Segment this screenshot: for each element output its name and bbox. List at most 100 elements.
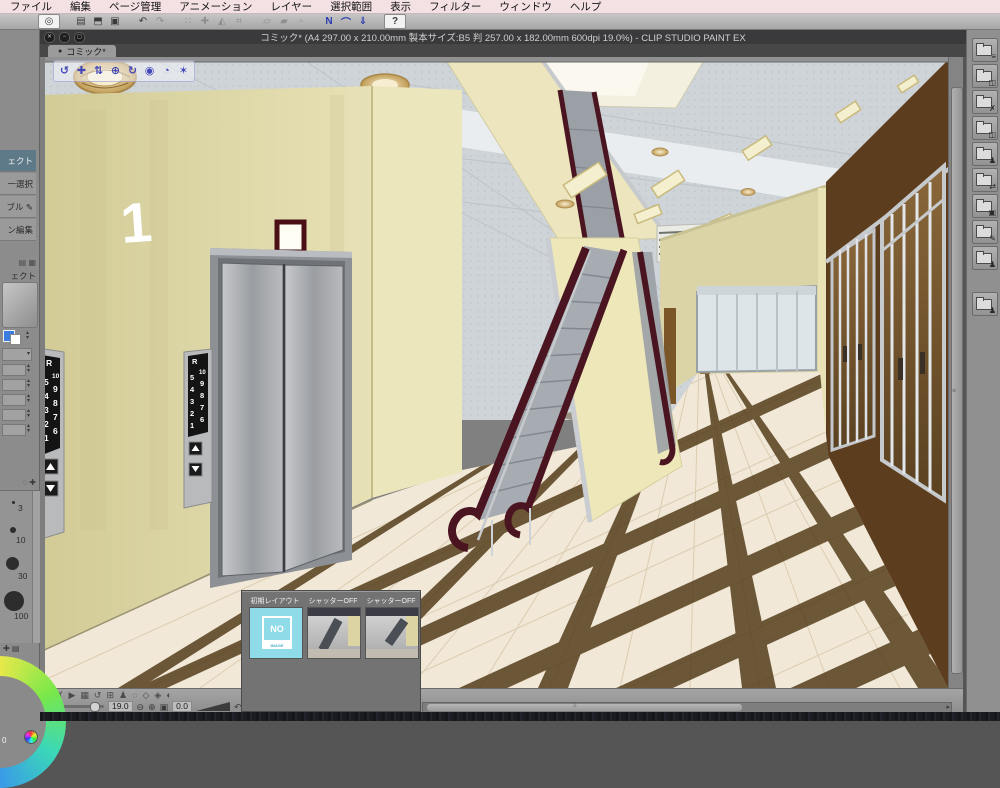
material-character-button[interactable]: ♟ <box>972 292 998 316</box>
layout-thumbnail-shutter-off-1[interactable] <box>307 607 361 659</box>
camera-dolly-icon[interactable]: ⇅ <box>91 62 106 80</box>
cube-rotate-icon[interactable]: ◈ <box>154 690 161 701</box>
brush-size-scrollbar[interactable] <box>32 491 40 643</box>
grid-toggle-icon[interactable]: ▦ <box>80 690 89 701</box>
open-file-icon[interactable]: ⬒ <box>91 15 105 28</box>
save-file-icon[interactable]: ▣ <box>108 15 122 28</box>
snap-icon-3[interactable]: ⇓ <box>356 15 370 28</box>
brush-size-dot[interactable] <box>10 527 16 533</box>
layout-label: シャッターOFF <box>366 598 416 605</box>
mannequin-icon[interactable]: ♟ <box>119 690 127 701</box>
property-stepper-5[interactable]: ▴ ▾ <box>27 423 30 434</box>
color-stepper[interactable]: ▴ ▾ <box>26 330 29 341</box>
camera-angle-icon[interactable]: ◔ <box>159 62 174 80</box>
material-body-button[interactable]: ♟ <box>972 246 998 270</box>
brush-size-dot[interactable] <box>4 591 24 611</box>
vscroll-handle[interactable] <box>951 87 963 674</box>
gradient-icon[interactable]: ◭ <box>215 15 229 28</box>
menu-filter[interactable]: フィルター <box>429 0 481 14</box>
camera-rotate-icon[interactable]: ↺ <box>57 62 72 80</box>
rotate-reset-icon[interactable]: ↺ <box>94 690 102 701</box>
material-delete-button[interactable]: ✗ <box>972 90 998 114</box>
3d-scene[interactable]: 1 R 10 9 8 7 6 5 4 3 2 1 R 10 9 8 7 6 5 … <box>40 57 963 688</box>
mask-icon-1[interactable]: ▱ <box>260 15 274 28</box>
svg-text:9: 9 <box>200 379 204 388</box>
menu-selection[interactable]: 選択範囲 <box>330 0 372 14</box>
property-stepper-1[interactable]: ▴ ▾ <box>27 363 30 374</box>
circle-select-icon[interactable]: ◌ <box>132 690 137 701</box>
object-scale-icon[interactable]: ◉ <box>142 62 157 80</box>
help-button[interactable]: ? <box>384 14 406 29</box>
rainbow-wheel-icon[interactable] <box>24 730 38 744</box>
object-move-icon[interactable]: ⊕ <box>108 62 123 80</box>
subtool-tab-layer-select[interactable]: 一選択 <box>0 173 36 195</box>
main-toolbar: ◎ ▤ ⬒ ▣ ↶ ↷ ∷ ✚ ◭ ⌗ ▱ ▰ ▫ N ⌒ ⇓ ? <box>0 14 1000 30</box>
document-titlebar[interactable]: ✕ − ◻ コミック* (A4 297.00 x 210.00mm 製本サイズ:… <box>40 30 966 44</box>
palette-action-icons[interactable]: ▤ ▦ <box>19 258 36 267</box>
menu-file[interactable]: ファイル <box>10 0 52 14</box>
mask-icon-2[interactable]: ▰ <box>277 15 291 28</box>
menu-page-manage[interactable]: ページ管理 <box>109 0 161 14</box>
material-3d-scene-button[interactable]: ◫ <box>972 116 998 140</box>
menu-help[interactable]: ヘルプ <box>570 0 602 14</box>
menu-animation[interactable]: アニメーション <box>179 0 252 14</box>
material-list-button[interactable]: ≡ <box>972 38 998 62</box>
material-image-button[interactable]: ▣ <box>972 194 998 218</box>
reset-view-icon[interactable]: ✶ <box>176 62 191 80</box>
subtool-tab-sample[interactable]: ブル ✎ <box>0 196 36 218</box>
property-stepper-4[interactable]: ▴ ▾ <box>27 408 30 419</box>
undo-icon[interactable]: ↶ <box>136 15 150 28</box>
property-field-1[interactable] <box>2 364 26 376</box>
material-pen-button[interactable]: ✎ <box>972 220 998 244</box>
sub-color-chip[interactable] <box>10 334 21 345</box>
property-field-4[interactable] <box>2 409 26 421</box>
crosshair-icon[interactable]: ⊞ <box>106 690 114 701</box>
document-tab[interactable]: ● コミック* <box>48 45 116 57</box>
zoom-out-icon[interactable]: ⊖ <box>137 702 145 712</box>
move-icon[interactable]: ✚ <box>198 15 212 28</box>
material-3d-object-button[interactable]: ◫ <box>972 64 998 88</box>
cube-view-icon[interactable]: ◇ <box>142 690 149 701</box>
menu-window[interactable]: ウィンドウ <box>499 0 552 14</box>
page-next-icon[interactable]: ▶ <box>68 690 75 701</box>
sphere-view-icon[interactable]: ◐ <box>166 690 171 701</box>
fit-view-icon[interactable]: ▣ <box>160 702 169 712</box>
property-stepper-3[interactable]: ▴ ▾ <box>27 393 30 404</box>
brush-size-dot[interactable] <box>12 501 15 504</box>
transform-icon[interactable]: ⌗ <box>232 15 246 28</box>
select-dots-icon[interactable]: ∷ <box>181 15 195 28</box>
property-field-5[interactable] <box>2 424 26 436</box>
property-footer-icons[interactable]: ◌ ✚ <box>22 478 36 487</box>
svg-text:9: 9 <box>53 384 58 394</box>
camera-pan-icon[interactable]: ✚ <box>74 62 89 80</box>
property-field-2[interactable] <box>2 379 26 391</box>
menu-edit[interactable]: 編集 <box>70 0 91 14</box>
layout-thumbnail-initial[interactable]: NO IMAGE <box>249 607 303 659</box>
layout-thumbnail-shutter-off-2[interactable] <box>365 607 419 659</box>
property-dropdown[interactable]: ▾ <box>2 348 32 361</box>
subtool-tab-line-edit[interactable]: ン編集 <box>0 219 36 241</box>
snap-icon-1[interactable]: N <box>322 15 336 28</box>
material-motion-button[interactable]: ⇄ <box>972 168 998 192</box>
redo-icon[interactable]: ↷ <box>153 15 167 28</box>
rotate-wedge-slider[interactable] <box>195 702 230 711</box>
menu-layer[interactable]: レイヤー <box>270 0 312 14</box>
canvas-area[interactable]: 1 R 10 9 8 7 6 5 4 3 2 1 R 10 9 8 7 6 5 … <box>40 57 963 688</box>
subtool-tab-object[interactable]: ェクト <box>0 150 36 172</box>
menu-view[interactable]: 表示 <box>390 0 411 14</box>
brush-size-dot[interactable] <box>6 557 19 570</box>
zoom-in-icon[interactable]: ⊕ <box>148 702 156 712</box>
hscroll-handle[interactable] <box>427 704 742 711</box>
hscroll-arrow-icon[interactable]: ▸ <box>946 703 950 711</box>
object-rotate-icon[interactable]: ↻ <box>125 62 140 80</box>
material-pose-button[interactable]: ♟ <box>972 142 998 166</box>
property-stepper-2[interactable]: ▴ ▾ <box>27 378 30 389</box>
brush-palette-buttons[interactable]: ✚ ▤ <box>3 644 19 653</box>
zoom-slider-knob[interactable] <box>90 702 100 712</box>
mask-icon-3[interactable]: ▫ <box>294 15 308 28</box>
snap-icon-2[interactable]: ⌒ <box>339 15 353 29</box>
new-file-icon[interactable]: ▤ <box>74 15 88 28</box>
clip-studio-logo-button[interactable]: ◎ <box>38 14 60 29</box>
property-field-3[interactable] <box>2 394 26 406</box>
canvas-vscrollbar[interactable]: ≡ <box>948 57 963 688</box>
